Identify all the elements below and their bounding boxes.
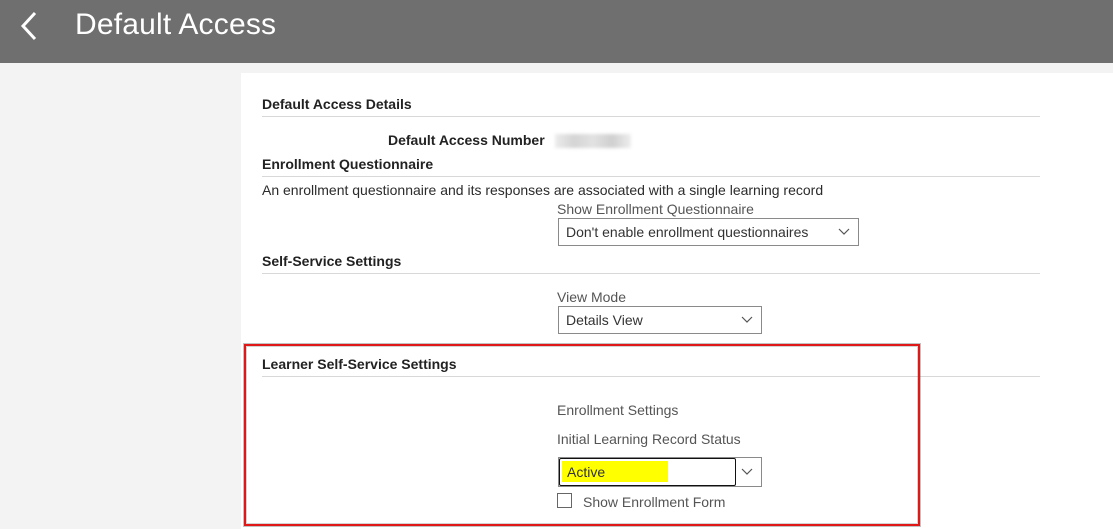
view-mode-select[interactable]: Details View	[558, 306, 762, 334]
page-header: Default Access	[0, 0, 1113, 63]
chevron-down-icon	[741, 316, 753, 323]
section-title-default-access-details: Default Access Details	[262, 96, 412, 112]
enrollment-questionnaire-select-value: Don't enable enrollment questionnaires	[566, 224, 809, 240]
default-access-number-value-redacted	[555, 134, 631, 148]
divider	[262, 116, 1040, 117]
divider	[262, 273, 1040, 274]
view-mode-label: View Mode	[557, 289, 627, 305]
page-title: Default Access	[75, 8, 277, 41]
section-title-self-service-settings: Self-Service Settings	[262, 253, 402, 269]
divider	[262, 176, 1040, 177]
enrollment-questionnaire-description: An enrollment questionnaire and its resp…	[262, 182, 824, 198]
enrollment-questionnaire-select[interactable]: Don't enable enrollment questionnaires	[558, 218, 859, 246]
default-access-number-label: Default Access Number	[388, 132, 545, 148]
back-button[interactable]	[14, 8, 48, 44]
chevron-down-icon	[838, 228, 850, 235]
annotation-highlight-box	[244, 344, 920, 526]
show-enrollment-questionnaire-label: Show Enrollment Questionnaire	[557, 201, 754, 217]
view-mode-select-value: Details View	[566, 312, 643, 328]
chevron-left-icon	[20, 11, 37, 41]
section-title-enrollment-questionnaire: Enrollment Questionnaire	[262, 156, 434, 172]
